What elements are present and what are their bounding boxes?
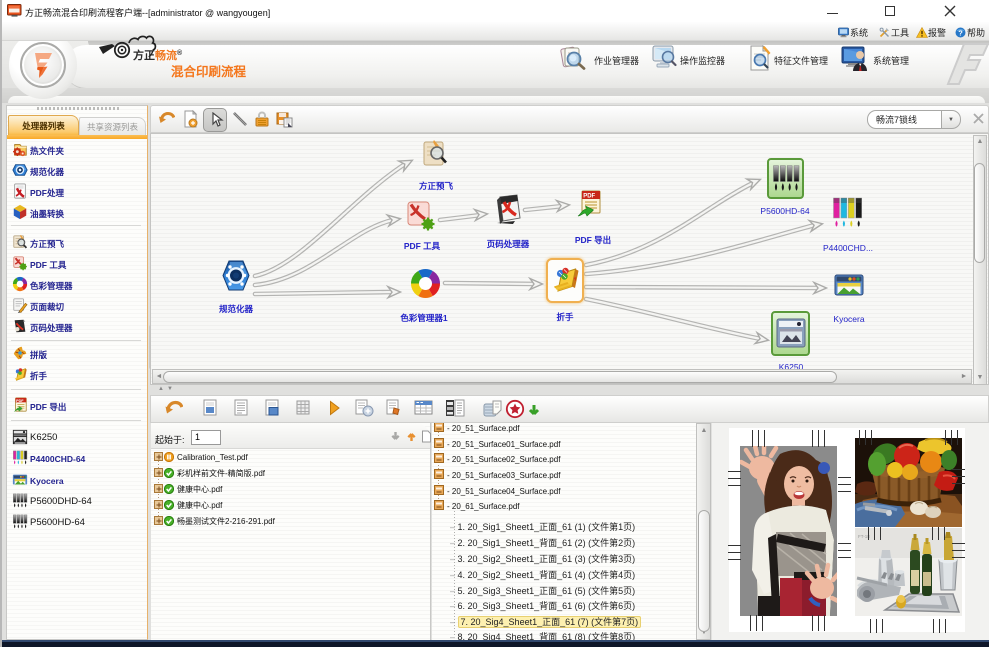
svg-text:PDF: PDF [583, 193, 595, 199]
svg-text:?: ? [958, 28, 963, 37]
svg-text:PDF: PDF [16, 398, 24, 402]
